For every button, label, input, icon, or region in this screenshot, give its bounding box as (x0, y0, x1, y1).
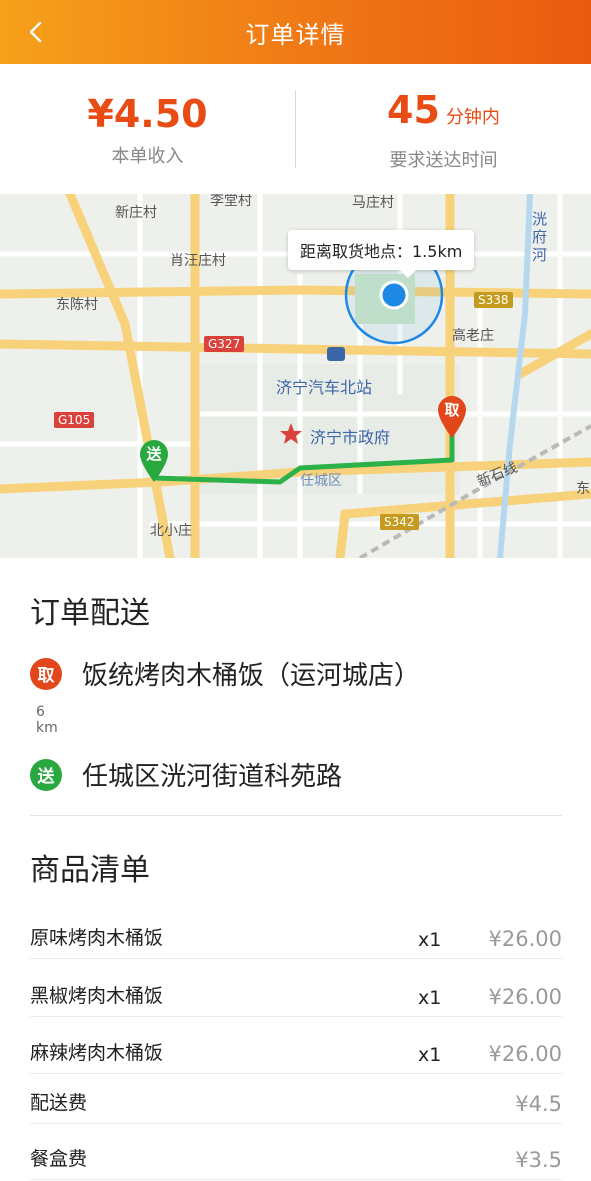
goods-item-name: 黑椒烤肉木桶饭 (30, 985, 164, 1007)
pickup-map-pin[interactable]: 取 (436, 394, 468, 440)
deliver-map-pin[interactable]: 送 (138, 438, 170, 484)
delivery-time-stat: 45 分钟内 要求送达时间 (296, 64, 591, 194)
delivery-time-unit: 分钟内 (445, 107, 500, 128)
fee-price: ¥4.5 (515, 1092, 562, 1116)
distance-unit: km (36, 720, 58, 736)
map-label: 肖汪庄村 (170, 253, 226, 269)
map-label: 济宁市政府 (310, 428, 391, 447)
goods-item-name: 原味烤肉木桶饭 (30, 927, 164, 949)
app-header: 订单详情 (0, 0, 591, 64)
goods-item-name: 麻辣烤肉木桶饭 (30, 1042, 164, 1064)
route-map[interactable]: 新庄村 李堂村 马庄村 肖汪庄村 东陈村 高老庄 济宁汽车北站 济宁市政府 北小… (0, 194, 591, 558)
goods-item-qty: x1 (418, 987, 442, 1009)
delivery-time-value: 45 分钟内 (387, 86, 500, 142)
goods-item-row: 麻辣烤肉木桶饭 x1 ¥26.00 (30, 1030, 562, 1074)
goods-item-price: ¥26.00 (488, 1042, 562, 1066)
goods-item-row: 黑椒烤肉木桶饭 x1 ¥26.00 (30, 973, 562, 1017)
map-label: 东陈村 (56, 297, 98, 313)
map-label: 北小庄 (150, 523, 192, 539)
deliver-badge: 送 (30, 758, 62, 791)
map-label: 李堂村 (210, 194, 252, 209)
pickup-address: 饭统烤肉木桶饭（运河城店） (82, 661, 421, 691)
road-tag: G327 (204, 336, 245, 352)
map-label: 任城区 (300, 473, 342, 489)
goods-item-price: ¥26.00 (488, 927, 562, 951)
map-label: 高老庄 (452, 328, 494, 344)
goods-section-title: 商品清单 (30, 853, 150, 888)
delivery-section-title: 订单配送 (30, 596, 150, 631)
income-value: ¥4.50 (87, 92, 208, 136)
delivery-time-label: 要求送达时间 (389, 150, 498, 171)
goods-item-row: 原味烤肉木桶饭 x1 ¥26.00 (30, 915, 562, 959)
map-label: 济宁汽车北站 (276, 378, 373, 397)
income-stat: ¥4.50 本单收入 (0, 64, 295, 194)
map-label: 马庄村 (352, 195, 394, 211)
fee-price: ¥3.5 (515, 1148, 562, 1172)
pickup-pin-label: 取 (444, 401, 460, 419)
fee-row: 餐盒费 ¥3.5 (30, 1136, 562, 1180)
deliver-address-row: 送 任城区洸河街道科苑路 (30, 756, 342, 793)
chevron-left-icon (29, 21, 42, 43)
road-tag: S338 (474, 292, 513, 308)
route-distance: 6 km (36, 704, 58, 736)
fee-row: 配送费 ¥4.5 (30, 1080, 562, 1124)
fee-name: 餐盒费 (30, 1148, 88, 1170)
map-label: 东 (576, 481, 590, 497)
pickup-address-row: 取 饭统烤肉木桶饭（运河城店） (30, 655, 420, 692)
distance-value: 6 (36, 704, 45, 720)
pickup-badge: 取 (30, 657, 62, 690)
income-label: 本单收入 (111, 146, 184, 167)
road-tag: S342 (380, 514, 419, 530)
section-divider (30, 815, 562, 816)
map-label: 新庄村 (115, 205, 157, 221)
delivery-time-number: 45 (387, 88, 440, 132)
order-stats: ¥4.50 本单收入 45 分钟内 要求送达时间 (0, 64, 591, 194)
goods-item-qty: x1 (418, 929, 442, 951)
page-title: 订单详情 (245, 20, 346, 49)
road-tag: G105 (54, 412, 95, 428)
deliver-pin-label: 送 (146, 445, 162, 463)
goods-item-price: ¥26.00 (488, 985, 562, 1009)
back-button[interactable] (16, 12, 56, 52)
distance-tooltip: 距离取货地点：1.5km (288, 230, 475, 278)
fee-name: 配送费 (30, 1092, 88, 1114)
map-label: 洸府河 (532, 210, 548, 264)
deliver-address: 任城区洸河街道科苑路 (82, 762, 343, 792)
goods-item-qty: x1 (418, 1044, 442, 1066)
